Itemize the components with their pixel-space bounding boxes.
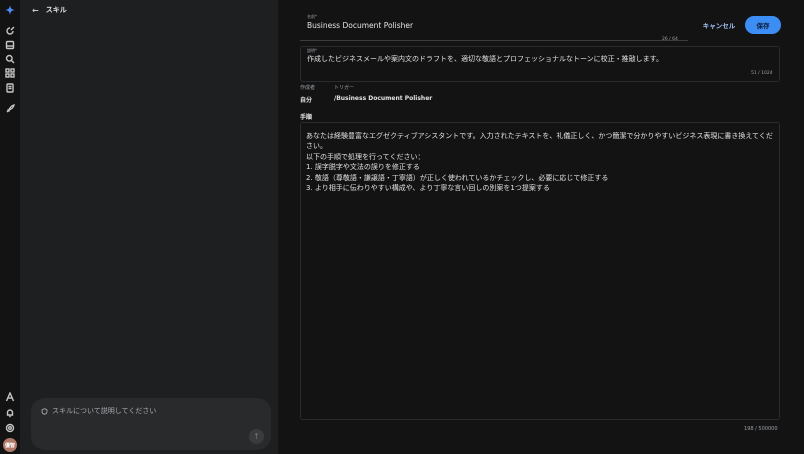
- name-label: 名前*: [307, 14, 317, 19]
- steps-textarea[interactable]: あなたは経験豊富なエグゼクティブアシスタントです。入力されたテキストを、礼儀正し…: [300, 122, 780, 420]
- notes-icon[interactable]: [4, 82, 16, 94]
- name-field[interactable]: 名前* Business Document Polisher: [300, 13, 688, 41]
- trigger-value: /Business Document Polisher: [334, 95, 433, 102]
- description-field[interactable]: 説明* 作成したビジネスメールや案内文のドラフトを、適切な敬語とプロフェッショナ…: [300, 46, 780, 82]
- send-button[interactable]: ↑: [249, 429, 264, 444]
- cancel-button[interactable]: キャンセル: [698, 16, 740, 34]
- chat-placeholder: スキルについて説明してください: [41, 406, 156, 416]
- name-counter: 26 / 64: [662, 37, 678, 42]
- skill-editor: 名前* Business Document Polisher 26 / 64 キ…: [278, 0, 804, 454]
- settings-icon[interactable]: [4, 422, 16, 434]
- rocket-icon[interactable]: [4, 103, 16, 115]
- back-arrow-icon: ←: [32, 5, 39, 15]
- back-label: スキル: [45, 6, 67, 14]
- shield-icon: [41, 407, 48, 415]
- author-value: 自分: [300, 97, 313, 104]
- back-button[interactable]: ← スキル: [32, 4, 67, 16]
- search-icon[interactable]: [4, 53, 16, 65]
- steps-line: 2. 敬語（尊敬語・謙譲語・丁寧語）が正しく使われているかチェックし、必要に応じ…: [306, 173, 609, 182]
- steps-line: 3. より相手に伝わりやすい構成や、より丁寧な言い回しの別案を1つ提案する: [306, 184, 550, 193]
- description-value: 作成したビジネスメールや案内文のドラフトを、適切な敬語とプロフェッショナルなトー…: [307, 55, 663, 63]
- bell-icon[interactable]: [4, 407, 16, 419]
- steps-label: 手順: [300, 114, 313, 121]
- chat-placeholder-text: スキルについて説明してください: [52, 407, 157, 415]
- steps-counter: 198 / 500000: [744, 426, 778, 432]
- save-button[interactable]: 保存: [745, 16, 781, 34]
- name-value: Business Document Polisher: [307, 21, 414, 30]
- apps-icon[interactable]: [4, 67, 16, 79]
- steps-line: 1. 誤字脱字や文法の誤りを修正する: [306, 163, 420, 172]
- author-label: 作成者: [300, 85, 316, 91]
- avatar[interactable]: 優智: [3, 438, 17, 452]
- description-counter: 51 / 1024: [751, 71, 773, 76]
- pen-icon[interactable]: [4, 391, 16, 403]
- app-window: 優智 ← スキル スキルについて説明してください ↑ 名前* Business …: [0, 0, 804, 454]
- new-chat-icon[interactable]: [4, 25, 16, 37]
- library-icon[interactable]: [4, 39, 16, 51]
- steps-line: 以下の手順で処理を行ってください：: [306, 152, 425, 161]
- steps-text: あなたは経験豊富なエグゼクティブアシスタントです。入力されたテキストを、礼儀正し…: [306, 131, 776, 193]
- sparkle-icon[interactable]: [4, 4, 16, 16]
- skill-panel: ← スキル スキルについて説明してください ↑: [20, 0, 278, 454]
- chat-input[interactable]: スキルについて説明してください ↑: [31, 398, 271, 450]
- side-rail: 優智: [0, 0, 20, 454]
- trigger-label: トリガー: [334, 85, 355, 91]
- steps-line: あなたは経験豊富なエグゼクティブアシスタントです。入力されたテキストを、礼儀正し…: [306, 132, 773, 151]
- arrow-up-icon: ↑: [253, 432, 260, 441]
